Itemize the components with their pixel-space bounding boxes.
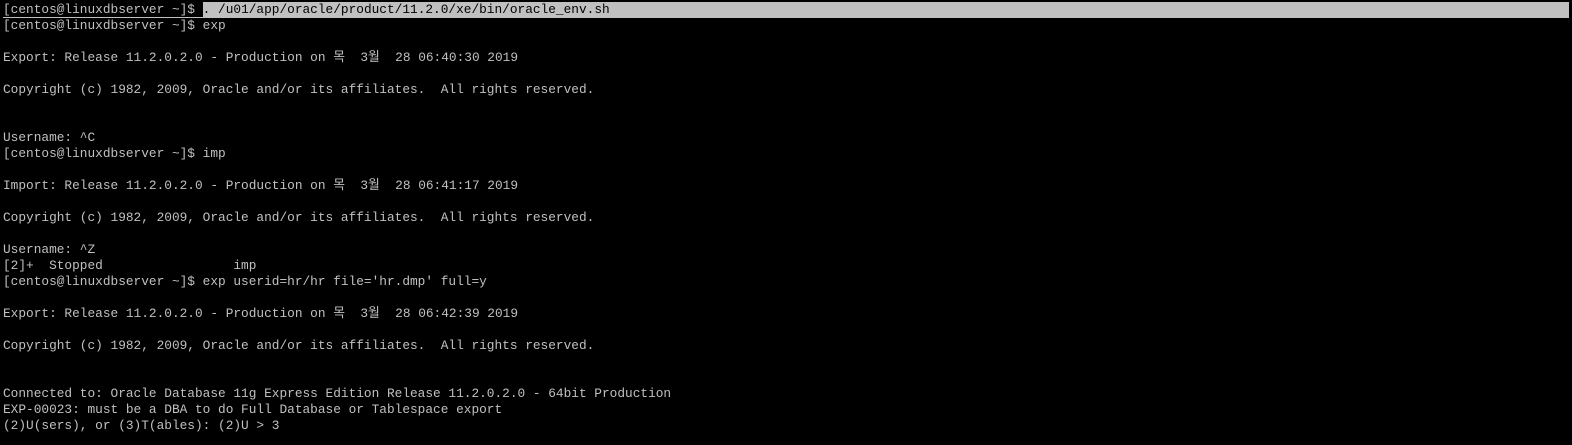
terminal-line: [centos@linuxdbserver ~]$ exp userid=hr/… [3, 274, 487, 289]
terminal-line: Username: ^Z [3, 242, 96, 257]
terminal-line: [2]+ Stopped imp [3, 258, 257, 273]
terminal-line: Copyright (c) 1982, 2009, Oracle and/or … [3, 82, 595, 97]
terminal-line: EXP-00023: must be a DBA to do Full Data… [3, 402, 503, 417]
shell-prompt: [centos@linuxdbserver ~]$ [3, 2, 203, 17]
terminal-output: [centos@linuxdbserver ~]$ . /u01/app/ora… [3, 2, 1569, 434]
terminal-line: Copyright (c) 1982, 2009, Oracle and/or … [3, 210, 595, 225]
terminal-line: [centos@linuxdbserver ~]$ exp [3, 18, 226, 33]
terminal-line: Copyright (c) 1982, 2009, Oracle and/or … [3, 338, 595, 353]
terminal-line-selected[interactable]: [centos@linuxdbserver ~]$ . /u01/app/ora… [3, 2, 1569, 18]
terminal-line: Import: Release 11.2.0.2.0 - Production … [3, 178, 519, 193]
terminal-window[interactable]: [centos@linuxdbserver ~]$ . /u01/app/ora… [0, 0, 1572, 445]
terminal-line: Connected to: Oracle Database 11g Expres… [3, 386, 672, 401]
terminal-line: [centos@linuxdbserver ~]$ imp [3, 146, 226, 161]
selected-command: . /u01/app/oracle/product/11.2.0/xe/bin/… [202, 2, 610, 17]
terminal-line: Export: Release 11.2.0.2.0 - Production … [3, 306, 519, 321]
terminal-line: Export: Release 11.2.0.2.0 - Production … [3, 50, 519, 65]
terminal-line-input[interactable]: (2)U(sers), or (3)T(ables): (2)U > 3 [3, 418, 1569, 434]
terminal-line: Username: ^C [3, 130, 96, 145]
